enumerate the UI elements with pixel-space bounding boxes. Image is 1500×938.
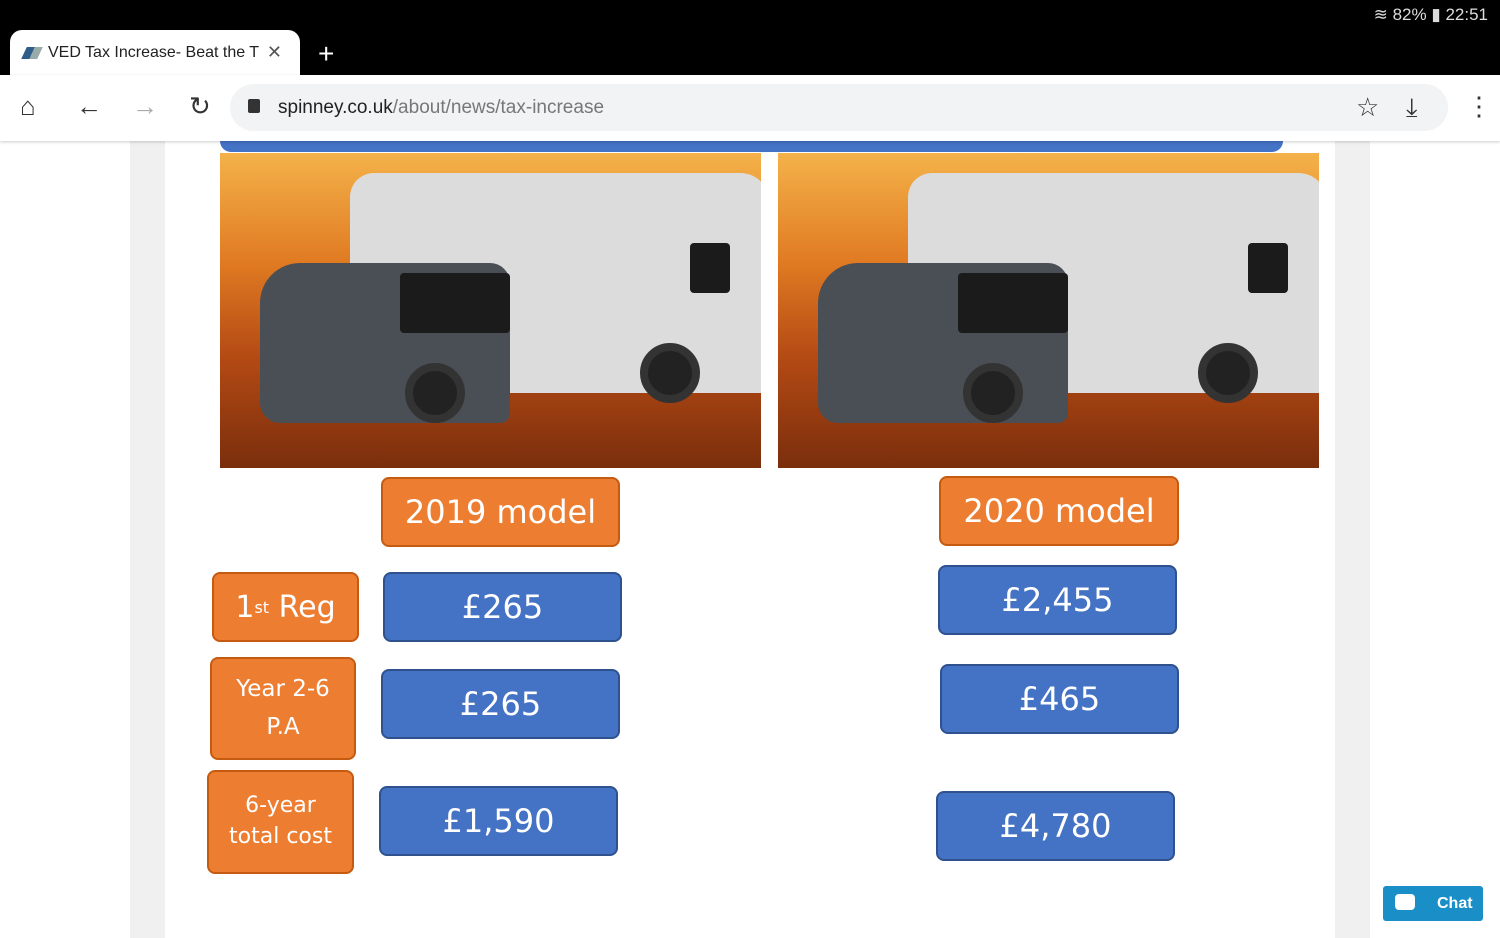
- cost-2020-total: £4,780: [936, 791, 1175, 861]
- cost-2019-years-2-6: £265: [381, 669, 620, 739]
- address-bar[interactable]: spinney.co.uk/about/news/tax-increase ☆ …: [230, 84, 1448, 131]
- row-label-years-2-6: Year 2-6 P.A: [210, 657, 356, 760]
- model-label-2020: 2020 model: [939, 476, 1179, 546]
- forward-icon[interactable]: →: [132, 91, 158, 122]
- cost-2019-total: £1,590: [379, 786, 618, 856]
- chat-button[interactable]: Chat: [1383, 886, 1483, 921]
- chat-bubble-icon: [1395, 894, 1415, 910]
- new-tab-button[interactable]: +: [318, 38, 334, 70]
- lock-icon: [248, 99, 260, 113]
- row-label-first-reg: 1st Reg: [212, 572, 359, 642]
- bookmark-star-icon[interactable]: ☆: [1356, 92, 1379, 123]
- reload-icon[interactable]: ↻: [189, 91, 211, 122]
- cost-2020-years-2-6: £465: [940, 664, 1179, 734]
- model-label-2019: 2019 model: [381, 477, 620, 547]
- tab-title: VED Tax Increase- Beat the T: [48, 43, 260, 61]
- url-host: spinney.co.uk: [278, 96, 393, 118]
- download-icon[interactable]: ⤓: [1406, 92, 1418, 124]
- header-banner: [220, 141, 1283, 152]
- home-icon[interactable]: ⌂: [20, 91, 36, 122]
- clock: 22:51: [1445, 5, 1488, 24]
- back-icon[interactable]: ←: [76, 91, 102, 122]
- close-tab-icon[interactable]: ✕: [267, 42, 282, 63]
- cost-2020-first-reg: £2,455: [938, 565, 1177, 635]
- cost-2019-first-reg: £265: [383, 572, 622, 642]
- battery-icon: ▮: [1431, 5, 1441, 24]
- battery-level: 82%: [1392, 5, 1427, 24]
- motorhome-image-2019: [220, 153, 761, 468]
- favicon-icon: [21, 46, 43, 59]
- url-path: /about/news/tax-increase: [392, 96, 605, 118]
- motorhome-image-2020: [778, 153, 1319, 468]
- wifi-icon: ≋: [1373, 5, 1393, 24]
- menu-icon[interactable]: ⋮: [1466, 91, 1492, 122]
- browser-tab[interactable]: VED Tax Increase- Beat the T ✕: [10, 30, 300, 75]
- browser-toolbar: ⌂ ← → ↻ spinney.co.uk/about/news/tax-inc…: [0, 75, 1500, 141]
- row-label-total: 6-year total cost: [207, 770, 354, 874]
